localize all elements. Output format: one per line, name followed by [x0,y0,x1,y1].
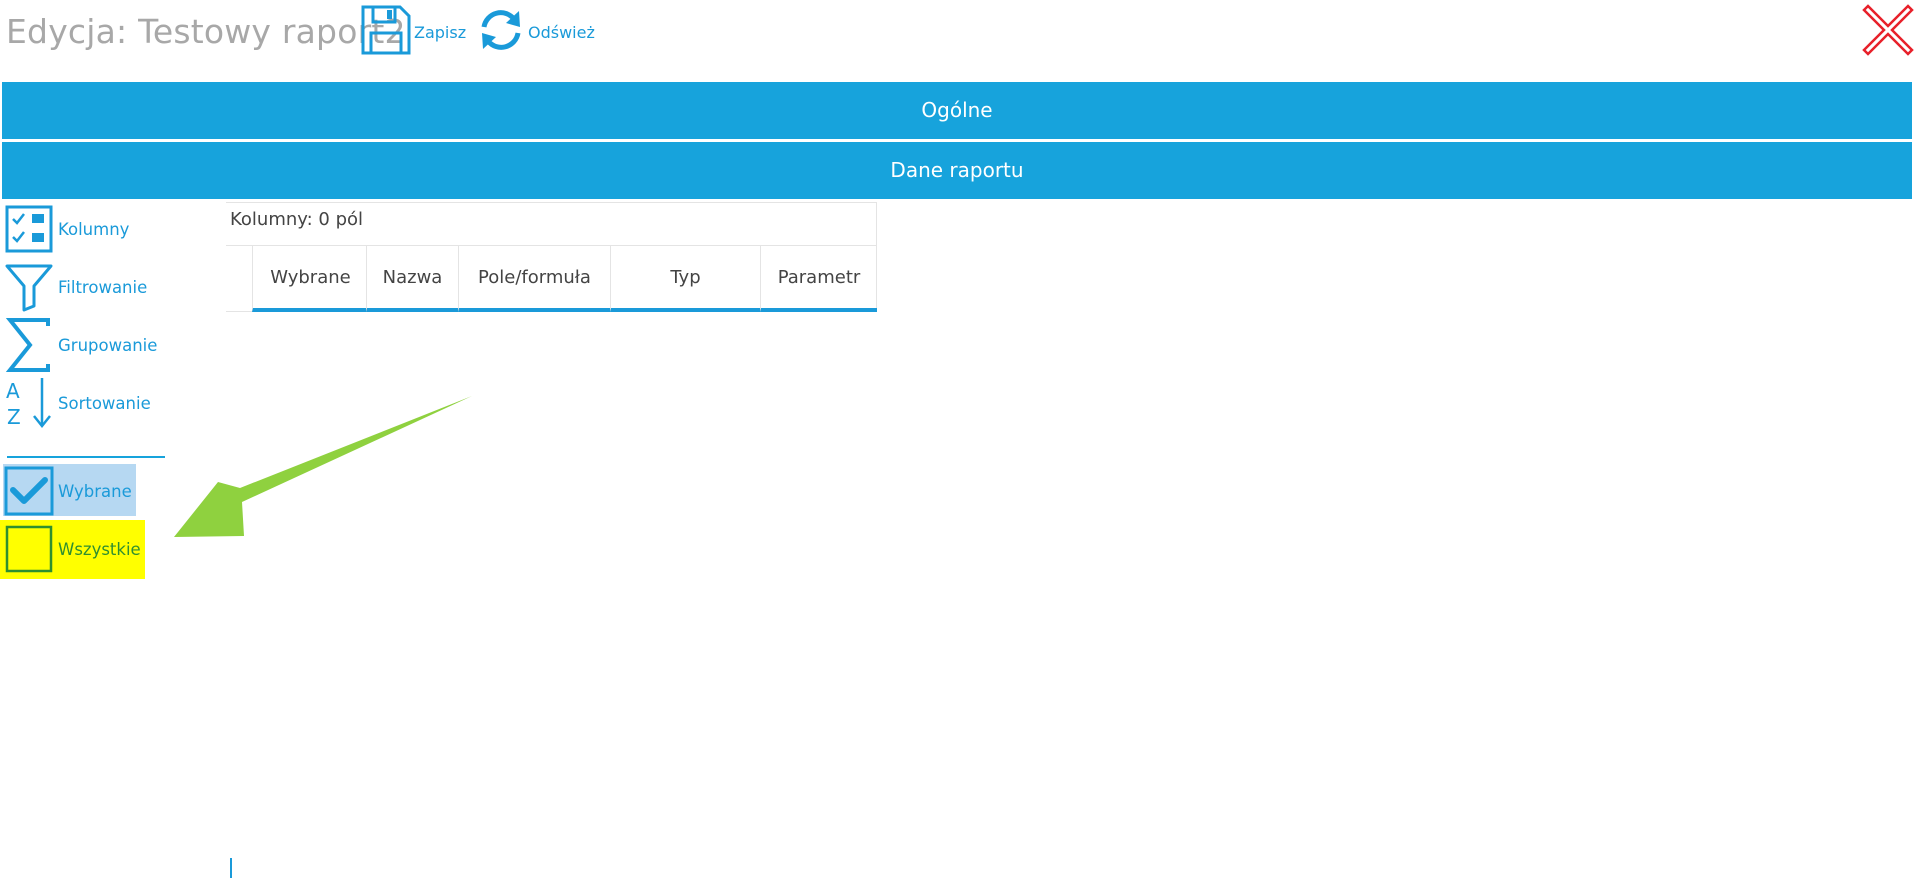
column-header-type[interactable]: Typ [610,246,760,312]
floppy-disk-icon [360,4,412,60]
refresh-button[interactable]: Odśwież [476,4,595,60]
columns-panel: Kolumny: 0 pól Wybrane Nazwa Pole/formuł… [226,202,877,312]
columns-table-header: Wybrane Nazwa Pole/formuła Typ Parametr [226,245,877,313]
toggle-selected[interactable]: Wybrane [4,464,132,518]
svg-text:Z: Z [7,405,21,429]
column-header-parameter[interactable]: Parametr [760,246,877,312]
save-label: Zapisz [414,22,467,42]
sigma-icon [4,318,56,372]
column-header-selected[interactable]: Wybrane [252,246,368,312]
checked-checkbox-icon [4,464,56,518]
sidebar-item-label: Kolumny [58,219,130,239]
close-button[interactable] [1862,4,1914,56]
toggle-all[interactable]: Wszystkie [4,522,141,576]
empty-checkbox-icon [4,522,56,576]
refresh-icon [476,5,526,59]
section-general[interactable]: Ogólne [2,82,1912,139]
sidebar-item-sorting[interactable]: A Z Sortowanie [4,376,151,430]
column-header-name[interactable]: Nazwa [366,246,458,312]
save-button[interactable]: Zapisz [360,4,466,60]
svg-text:A: A [6,379,20,403]
toggle-label: Wybrane [58,481,132,501]
sidebar-item-grouping[interactable]: Grupowanie [4,318,157,372]
column-header-field-formula[interactable]: Pole/formuła [458,246,610,312]
columns-icon [4,202,56,256]
refresh-label: Odśwież [528,22,595,42]
sidebar-item-label: Filtrowanie [58,277,148,297]
sidebar-divider [7,456,165,458]
text-cursor [230,858,232,878]
sidebar-item-filtering[interactable]: Filtrowanie [4,260,147,314]
columns-count: Kolumny: 0 pól [230,209,364,230]
sort-az-icon: A Z [4,376,56,430]
sidebar-item-columns[interactable]: Kolumny [4,202,129,256]
filter-icon [4,260,56,314]
sidebar-item-label: Sortowanie [58,393,151,413]
toggle-label: Wszystkie [58,539,141,559]
sidebar-item-label: Grupowanie [58,335,158,355]
close-icon [1862,4,1914,56]
top-toolbar: Edycja: Testowy raport2 Zapisz Odśwież [0,0,1915,66]
green-arrow-icon [174,396,472,537]
section-report-data[interactable]: Dane raportu [2,142,1912,199]
window-title: Edycja: Testowy raport2 [6,12,406,51]
